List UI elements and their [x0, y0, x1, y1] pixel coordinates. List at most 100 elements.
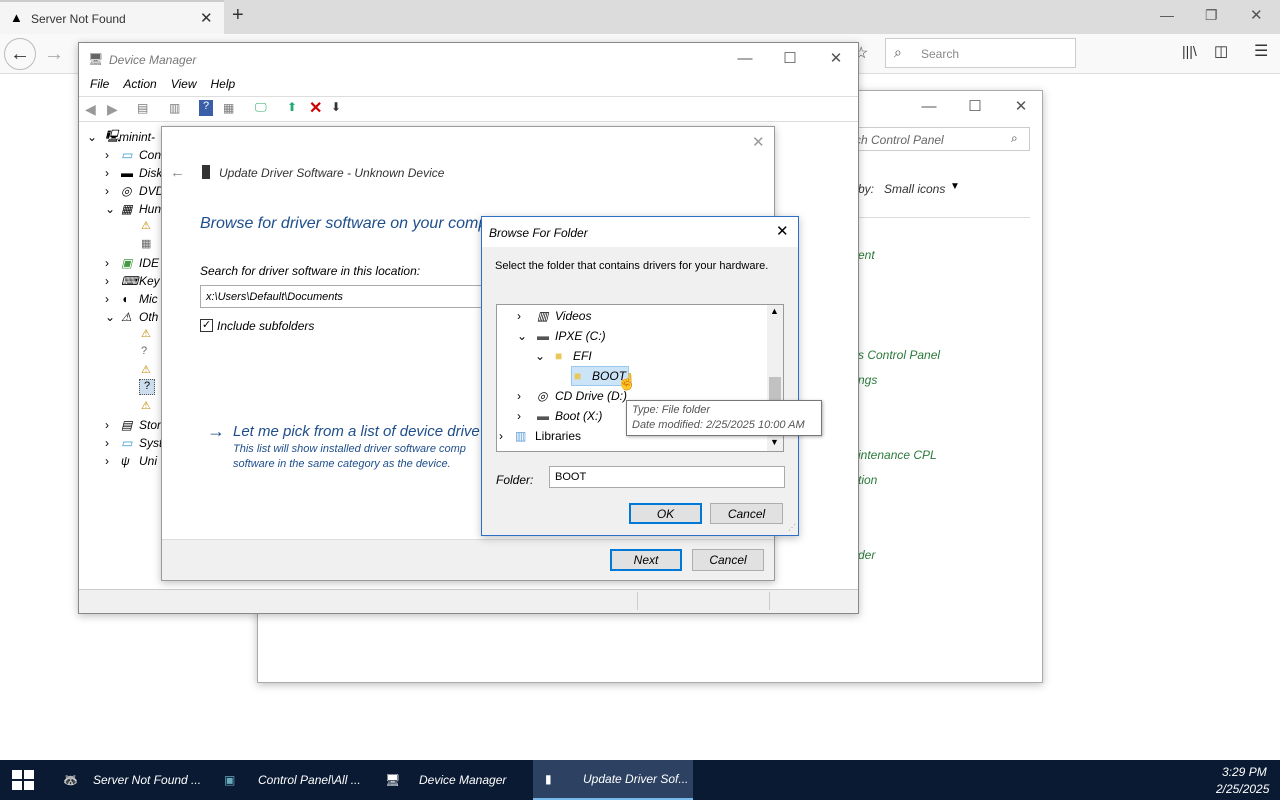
folder-input[interactable]: BOOT: [549, 466, 785, 488]
start-windows-icon[interactable]: [12, 770, 34, 790]
include-subfolders-label: Include subfolders: [217, 319, 315, 333]
path-input-value: x:\Users\Default\Documents: [206, 291, 343, 303]
pick-from-list-link[interactable]: Let me pick from a list of device drive: [233, 423, 480, 440]
tree-item[interactable]: ⌄ ▦ Hun: [105, 199, 161, 219]
disable-icon[interactable]: ⬇: [331, 100, 341, 114]
taskbar-item-update-driver[interactable]: ▮ Update Driver Sof...: [533, 760, 693, 800]
tree-item-cd-drive[interactable]: › ◎ CD Drive (D:): [517, 386, 627, 406]
tree-item[interactable]: › ψ Uni: [105, 451, 157, 471]
menu-icon[interactable]: ☰: [1254, 41, 1268, 61]
browse-close-icon[interactable]: ✕: [776, 222, 789, 240]
tree-item[interactable]: › ◎ DVD: [105, 181, 164, 201]
taskbar-item-device-manager[interactable]: 🖥 Device Manager: [377, 760, 529, 800]
path-input[interactable]: x:\Users\Default\Documents: [200, 285, 484, 308]
usb-icon: ψ: [121, 454, 130, 468]
uninstall-icon[interactable]: ✕: [309, 98, 322, 118]
scroll-down-icon[interactable]: ▼: [770, 437, 779, 447]
clock-time[interactable]: 3:29 PM: [1222, 765, 1267, 779]
cp-item[interactable]: tion: [858, 473, 877, 487]
taskbar-item-control-panel[interactable]: ▣ Control Panel\All ...: [216, 760, 368, 800]
menu-action[interactable]: Action: [123, 77, 156, 95]
cp-item[interactable]: der: [858, 548, 875, 562]
ok-button[interactable]: OK: [629, 503, 702, 524]
taskbar-label: Update Driver Sof...: [583, 772, 689, 786]
tree-item-efi[interactable]: ⌄ ■ EFI: [535, 346, 592, 366]
tree-item-label: Mic: [139, 292, 158, 306]
tree-item[interactable]: › ◖ Mic: [105, 289, 158, 309]
cancel-button[interactable]: Cancel: [692, 549, 764, 571]
include-subfolders-checkbox[interactable]: ✓: [200, 319, 213, 332]
tree-item[interactable]: › ▤ Stor: [105, 415, 161, 435]
browser-search-input[interactable]: ⌕ Search: [885, 38, 1076, 68]
warning-icon: ⚠: [141, 400, 151, 412]
menu-view[interactable]: View: [171, 77, 197, 95]
resize-grip-icon[interactable]: ⋰: [788, 523, 796, 532]
cp-close-icon[interactable]: ✕: [998, 91, 1044, 121]
tree-item-videos[interactable]: › ▥ Videos: [517, 306, 591, 326]
tree-item-libraries[interactable]: › ▥ Libraries: [499, 426, 581, 446]
back-arrow-icon[interactable]: ◀: [85, 101, 96, 118]
tree-item-label: Uni: [139, 454, 158, 468]
tree-item[interactable]: › ⌨ Key: [105, 271, 160, 291]
tree-item[interactable]: › ▬ Disk: [105, 163, 162, 183]
browser-tab[interactable]: ▲ Server Not Found ✕: [0, 0, 224, 34]
list-icon[interactable]: ▥: [169, 101, 180, 115]
tree-label: Libraries: [535, 429, 582, 443]
tree-item[interactable]: › ▭ Syst: [105, 433, 162, 453]
new-tab-icon[interactable]: +: [232, 4, 244, 27]
restore-icon[interactable]: ❐: [1205, 7, 1218, 24]
system-icon: ▭: [121, 436, 133, 450]
taskbar-item-browser[interactable]: 🦝 Server Not Found ...: [55, 760, 207, 800]
tab-close-icon[interactable]: ✕: [200, 9, 213, 27]
dm-minimize-icon[interactable]: —: [722, 43, 768, 73]
dm-maximize-icon[interactable]: ☐: [767, 43, 813, 73]
view-by-dropdown[interactable]: Small icons: [884, 182, 945, 196]
help-icon[interactable]: ?: [199, 100, 213, 116]
tree-root[interactable]: ⌄ 🖳 minint-: [87, 127, 155, 147]
device-icon: ▮: [545, 772, 552, 786]
minimize-icon[interactable]: —: [1160, 7, 1174, 23]
dm-close-icon[interactable]: ✕: [813, 43, 859, 73]
unknown-device-icon: ?: [141, 345, 148, 357]
scan-icon[interactable]: 🖵: [255, 100, 267, 115]
cp-search-input[interactable]: rch Control Panel ⌕: [848, 127, 1030, 151]
scroll-up-icon[interactable]: ▲: [770, 306, 779, 316]
tree-item[interactable]: › ▭ Con: [105, 145, 161, 165]
search-location-label: Search for driver software in this locat…: [200, 264, 421, 278]
close-icon[interactable]: ✕: [1250, 6, 1263, 24]
menu-help[interactable]: Help: [211, 77, 236, 95]
control-panel-icon: ▣: [224, 773, 236, 787]
chevron-down-icon[interactable]: ▼: [950, 181, 960, 192]
drive-icon: ▬: [537, 329, 549, 343]
selected-device-icon[interactable]: ?: [139, 379, 155, 395]
view-icon[interactable]: ▦: [223, 101, 234, 115]
tree-item-boot-x[interactable]: › ▬ Boot (X:): [517, 406, 602, 426]
cp-item[interactable]: ent: [858, 248, 875, 262]
cancel-button[interactable]: Cancel: [710, 503, 783, 524]
forward-icon[interactable]: →: [38, 38, 70, 70]
dm-device-tree: ⌄ 🖳 minint- › ▭ Con › ▬ Disk › ◎ DVD ⌄ ▦ Hun ⚠ ▦ ›…: [79, 127, 164, 589]
tree-item[interactable]: ⌄ ⚠ Oth: [105, 307, 158, 327]
view-by-label: by:: [858, 182, 875, 196]
tree-item-ipxe[interactable]: ⌄ ▬ IPXE (C:): [517, 326, 606, 346]
menu-file[interactable]: File: [90, 77, 109, 95]
cp-item[interactable]: intenance CPL: [858, 448, 937, 462]
wizard-close-icon[interactable]: ✕: [752, 133, 765, 151]
update-driver-icon[interactable]: ⬆: [287, 100, 297, 114]
tree-item[interactable]: › ▣ IDE: [105, 253, 159, 273]
browse-instruction: Select the folder that contains drivers …: [495, 260, 769, 272]
sidebar-icon[interactable]: ◫: [1214, 42, 1228, 60]
cp-maximize-icon[interactable]: ☐: [952, 91, 998, 121]
properties-icon[interactable]: ▤: [137, 101, 148, 115]
taskbar-label: Control Panel\All ...: [258, 773, 361, 787]
back-icon[interactable]: ←: [4, 38, 36, 70]
cp-item[interactable]: ngs: [858, 373, 877, 387]
clock-date[interactable]: 2/25/2025: [1216, 782, 1269, 796]
cp-minimize-icon[interactable]: —: [906, 91, 952, 121]
library-icon[interactable]: |||\: [1182, 43, 1197, 59]
wizard-back-icon[interactable]: ←: [170, 164, 185, 181]
cp-item[interactable]: s Control Panel: [858, 348, 940, 362]
next-button[interactable]: Next: [610, 549, 682, 571]
forward-arrow-icon[interactable]: ▶: [107, 101, 118, 118]
tree-label: IPXE (C:): [555, 329, 606, 343]
